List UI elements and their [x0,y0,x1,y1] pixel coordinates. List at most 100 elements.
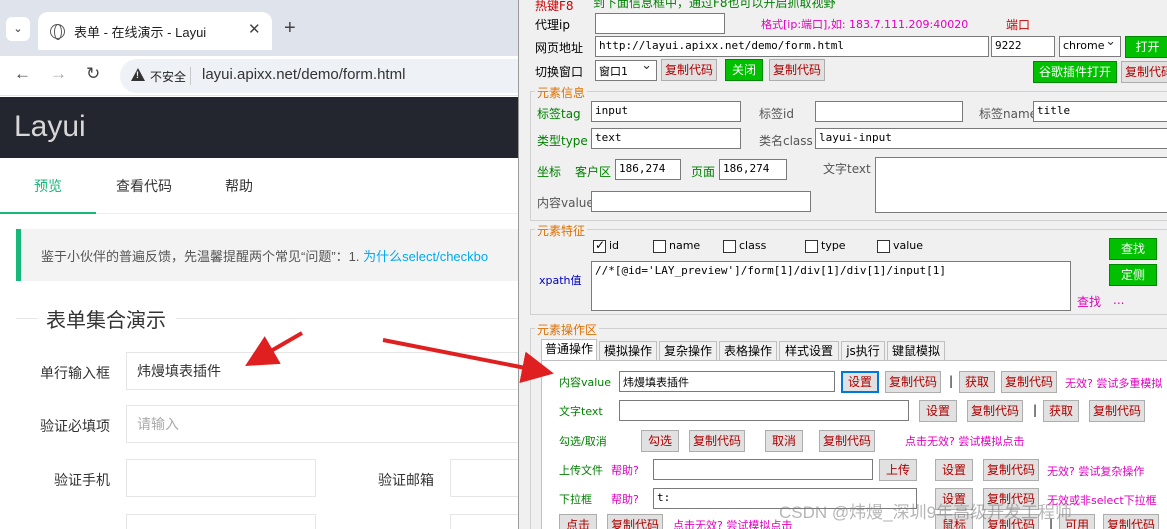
feature-checkbox-id[interactable] [593,238,606,253]
proxy-input[interactable] [595,13,725,34]
feature-checkbox-name[interactable] [653,240,666,253]
op-tab-style[interactable]: 样式设置 [779,341,839,360]
id-input[interactable] [815,101,963,122]
browser-toolbar: ← → ↻ 不安全 layui.apixx.net/demo/form.html [0,56,518,96]
google-plugin-open-button[interactable]: 谷歌插件打开 [1033,61,1117,83]
op-check-copy-code-button[interactable]: 复制代码 [689,430,745,452]
locate-button[interactable]: 定侧 [1109,264,1157,286]
op-upload-copy-code-button[interactable]: 复制代码 [983,459,1039,481]
xpath-input[interactable]: //*[@id='LAY_preview']/form[1]/div[1]/di… [591,261,1071,311]
new-tab-icon[interactable]: + [284,17,296,40]
op-dropdown-label: 下拉框 [559,493,592,506]
op-tab-js[interactable]: js执行 [841,341,885,360]
legend-divider-right [176,318,518,319]
op-upload-help[interactable]: 帮助? [611,462,639,478]
op-text-get-button[interactable]: 获取 [1043,400,1079,422]
find-link[interactable]: 查找 [1077,293,1101,310]
phone-input-field[interactable] [126,459,316,497]
op-click-copy-code-button[interactable]: 复制代码 [607,514,663,529]
op-text-input[interactable] [619,400,909,421]
op-copy-code-button-2[interactable]: 复制代码 [1001,371,1057,393]
feature-checkbox-class[interactable] [723,240,736,253]
op-click-button[interactable]: 点击 [559,514,597,529]
copy-code-button-3[interactable]: 复制代码 [1121,61,1167,83]
back-arrow-icon[interactable]: ← [14,64,31,84]
op-text-copy-code-button[interactable]: 复制代码 [967,400,1023,422]
window-select[interactable]: 窗口1 [595,58,657,81]
op-tab-normal[interactable]: 普通操作 [541,339,597,361]
op-complex-hint[interactable]: 无效? 尝试复杂操作 [1047,463,1144,479]
op-uncheck-button[interactable]: 取消 [765,430,803,452]
open-button[interactable]: 打开 [1125,36,1167,58]
page-coord-label: 页面 [691,165,716,179]
op-upload-button[interactable]: 上传 [879,459,917,481]
find-dots[interactable]: ... [1113,293,1124,307]
find-button[interactable]: 查找 [1109,238,1157,260]
type-input[interactable]: text [591,128,741,149]
op-text-copy-code-button-2[interactable]: 复制代码 [1089,400,1145,422]
op-content-value-input[interactable]: 炜熳填表插件 [619,371,835,392]
op-tab-complex[interactable]: 复杂操作 [659,341,717,360]
op-uncheck-copy-code-button[interactable]: 复制代码 [819,430,875,452]
tag-label: 标签tag [537,107,581,121]
proxy-label: 代理ip [535,18,570,32]
close-icon[interactable]: ✕ [248,20,261,38]
address-bar[interactable]: 不安全 layui.apixx.net/demo/form.html [120,59,518,93]
name-input[interactable]: title [1033,101,1167,122]
op-dropdown-help[interactable]: 帮助? [611,491,639,507]
op-copy-code-button[interactable]: 复制代码 [885,371,941,393]
layui-logo[interactable]: Layui [14,110,86,144]
feature-label-id: id [609,239,620,252]
insecure-label[interactable]: 不安全 [150,68,186,85]
browser-select[interactable]: chrome [1059,34,1121,57]
single-input-field[interactable]: 炜熳填表插件 [126,352,518,390]
op-click-hint[interactable]: 点击无效? 尝试模拟点击 [905,433,1024,449]
extra-input-field-2[interactable] [450,514,518,529]
url-text[interactable]: layui.apixx.net/demo/form.html [202,66,405,83]
form-legend: 表单集合演示 [46,310,166,332]
required-input-field[interactable]: 请输入 [126,405,518,443]
forward-arrow-icon[interactable]: → [50,64,67,84]
url-input[interactable]: http://layui.apixx.net/demo/form.html [595,36,989,57]
op-available-copy-code-button[interactable]: 复制代码 [1103,514,1159,529]
port-input[interactable]: 9222 [991,36,1055,57]
tab-view-code[interactable]: 查看代码 [96,158,192,214]
op-upload-set-button[interactable]: 设置 [935,459,973,481]
tab-search-chevron-icon[interactable]: ⌄ [6,17,30,41]
op-upload-input[interactable] [653,459,873,480]
op-check-button[interactable]: 勾选 [641,430,679,452]
op-sim-click-hint[interactable]: 点击无效? 尝试模拟点击 [673,517,792,529]
feature-checkbox-type[interactable] [805,240,818,253]
class-input[interactable]: layui-input [815,128,1167,149]
tab-help[interactable]: 帮助 [192,158,286,214]
feature-checkbox-value[interactable] [877,240,890,253]
op-text-set-button[interactable]: 设置 [919,400,957,422]
warning-icon[interactable] [131,68,145,81]
op-tab-table[interactable]: 表格操作 [719,341,777,360]
notice-box: 鉴于小伙伴的普遍反馈，先温馨提醒两个常见“问题”：1. 为什么select/ch… [16,229,518,281]
op-set-button[interactable]: 设置 [841,371,879,393]
op-tab-simulate[interactable]: 模拟操作 [599,341,657,360]
client-coord-input[interactable]: 186,274 [615,159,681,180]
browser-tab[interactable]: 表单 - 在线演示 - Layui ✕ [38,12,272,50]
content-value-input[interactable] [591,191,811,212]
page-coord-input[interactable]: 186,274 [719,159,787,180]
op-tab-keymouse[interactable]: 键鼠模拟 [887,341,945,360]
element-info-title: 元素信息 [535,84,588,101]
op-multi-hint[interactable]: 无效? 尝试多重模拟 [1065,375,1162,391]
email-input-field[interactable] [450,459,518,497]
close-button[interactable]: 关闭 [725,59,763,81]
coord-label: 坐标 [537,165,562,179]
copy-code-button-2[interactable]: 复制代码 [769,59,825,81]
element-operation-title: 元素操作区 [535,321,600,338]
text-area[interactable] [875,157,1167,213]
tag-input[interactable]: input [591,101,741,122]
op-get-button[interactable]: 获取 [959,371,995,393]
xpath-label: xpath值 [539,274,582,287]
reload-icon[interactable]: ↻ [86,64,100,84]
notice-link[interactable]: 为什么select/checkbo [363,249,488,264]
extra-input-field[interactable] [126,514,316,529]
url-label: 网页地址 [535,41,584,55]
copy-code-button[interactable]: 复制代码 [661,59,717,81]
tab-preview[interactable]: 预览 [0,158,96,214]
